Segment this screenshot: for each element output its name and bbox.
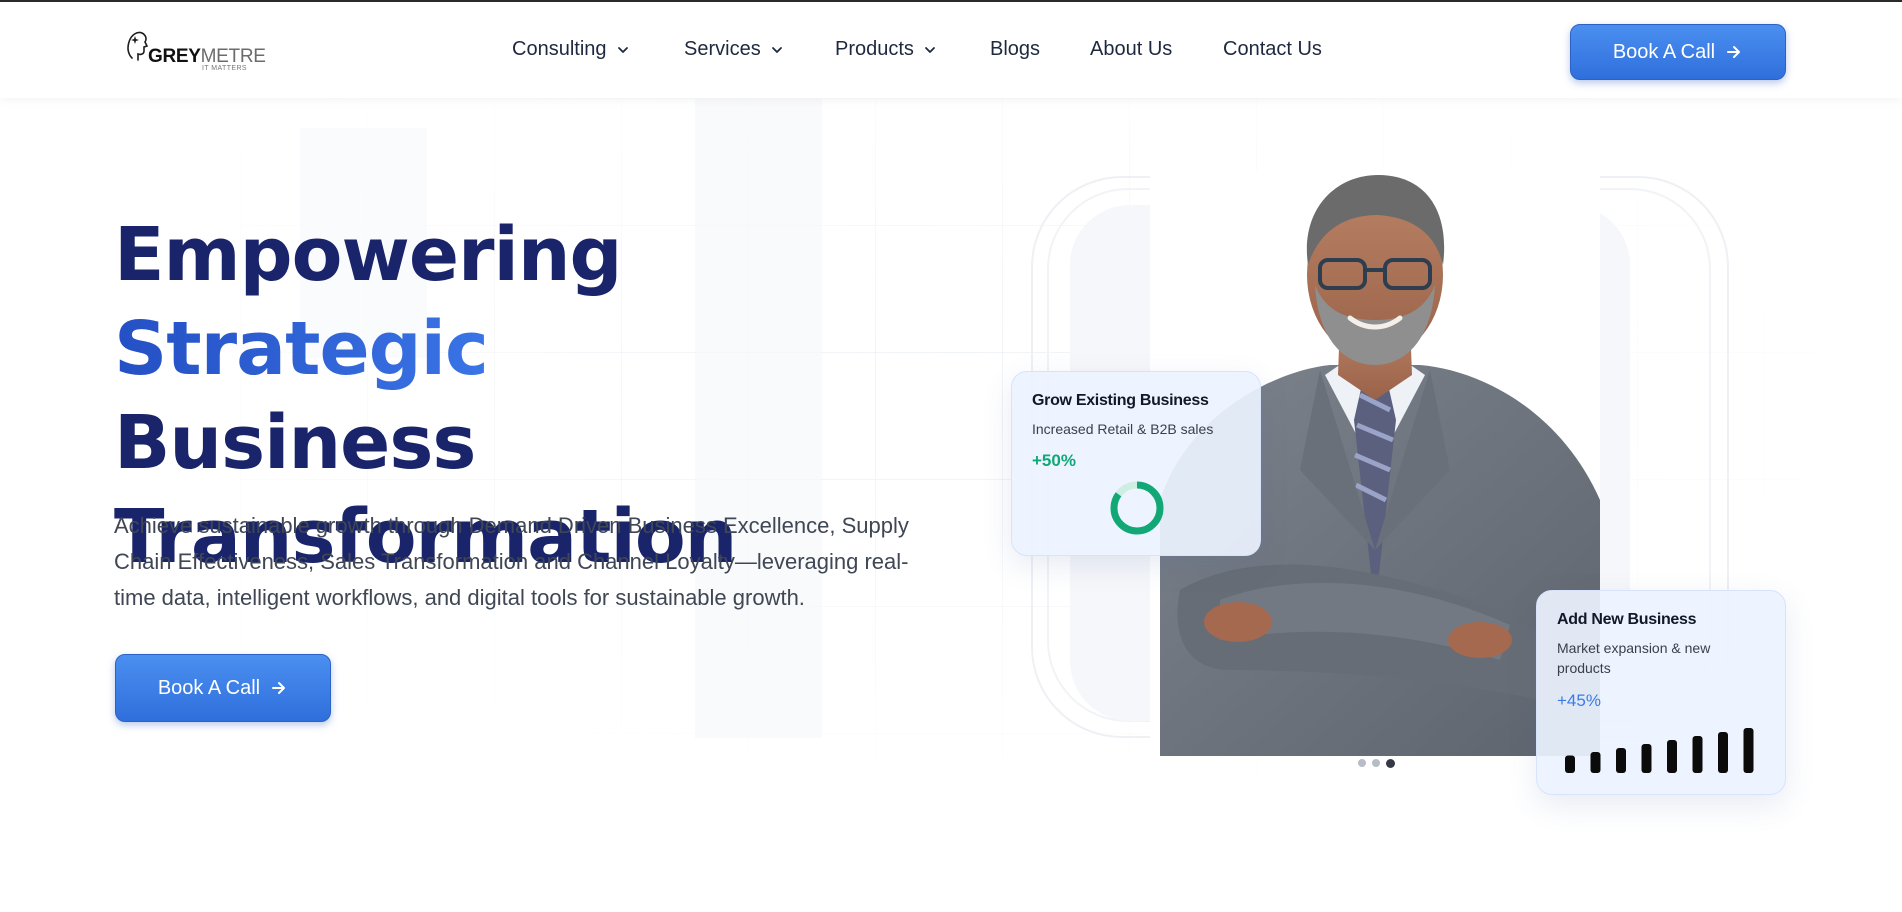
bar-chart-bar bbox=[1590, 752, 1601, 773]
card-stat: +50% bbox=[1032, 451, 1076, 470]
card-stat: +45% bbox=[1557, 691, 1601, 710]
card-description: Market expansion & new products bbox=[1557, 640, 1711, 676]
carousel-dot[interactable] bbox=[1386, 758, 1395, 768]
chevron-down-icon bbox=[617, 46, 628, 53]
hero-title-line2: Business bbox=[114, 400, 476, 486]
bar-chart-bar bbox=[1565, 755, 1575, 773]
card-title: Grow Existing Business bbox=[1032, 392, 1209, 409]
nav-item-contact-us[interactable]: Contact Us bbox=[1223, 38, 1322, 61]
carousel-dot[interactable] bbox=[1372, 759, 1380, 767]
bar-chart-bar bbox=[1641, 744, 1652, 773]
bar-chart-bar bbox=[1718, 732, 1728, 773]
arrow-right-icon bbox=[1727, 46, 1741, 58]
chevron-down-icon bbox=[771, 46, 782, 53]
arrow-right-icon bbox=[272, 682, 286, 694]
hero-subtitle: Achieve sustainable growth through Deman… bbox=[114, 513, 909, 610]
nav-item-products[interactable]: Products bbox=[835, 38, 936, 61]
bar-chart-bar bbox=[1616, 748, 1626, 773]
nav-item-label: About Us bbox=[1090, 38, 1173, 60]
nav-item-label: Products bbox=[835, 38, 914, 60]
button-label: Book A Call bbox=[1612, 40, 1716, 63]
donut-chart-icon bbox=[1110, 481, 1164, 535]
button-label: Book A Call bbox=[157, 676, 261, 699]
grow-business-card: Grow Existing Business Increased Retail … bbox=[1011, 371, 1261, 556]
add-business-card: Add New Business Market expansion & new … bbox=[1536, 590, 1786, 795]
nav-item-blogs[interactable]: Blogs bbox=[990, 38, 1040, 61]
nav-item-about-us[interactable]: About Us bbox=[1090, 38, 1172, 61]
bar-chart-bar bbox=[1692, 736, 1703, 773]
chevron-down-icon bbox=[925, 46, 935, 53]
site-header: GREYMETRE IT MATTERS Consulting Services… bbox=[0, 2, 1902, 98]
logo-tagline: IT MATTERS bbox=[202, 65, 247, 72]
head-profile-icon bbox=[127, 31, 148, 61]
bar-chart-bar bbox=[1743, 728, 1754, 773]
nav-item-label: Blogs bbox=[990, 38, 1041, 60]
brand-logo[interactable]: GREYMETRE IT MATTERS bbox=[126, 26, 266, 76]
logo-word-bold: GREY bbox=[148, 46, 201, 67]
hero-title-part1: Empowering bbox=[114, 212, 623, 298]
card-title: Add New Business bbox=[1557, 611, 1697, 628]
nav-item-consulting[interactable]: Consulting bbox=[512, 38, 629, 61]
logo-word-light: METRE bbox=[200, 46, 266, 67]
nav-item-label: Services bbox=[684, 38, 761, 60]
nav-item-services[interactable]: Services bbox=[684, 38, 783, 61]
carousel-dot[interactable] bbox=[1358, 759, 1366, 767]
bar-chart-bar bbox=[1667, 740, 1677, 773]
carousel-indicator bbox=[1358, 758, 1395, 768]
nav-item-label: Contact Us bbox=[1223, 38, 1322, 60]
bar-chart-icon bbox=[1565, 728, 1754, 773]
header-book-call-button[interactable]: Book A Call bbox=[1570, 24, 1786, 80]
hero-title-accent: Strategic bbox=[114, 306, 489, 392]
hero-book-call-button[interactable]: Book A Call bbox=[115, 654, 331, 722]
nav-item-label: Consulting bbox=[512, 38, 607, 60]
card-description: Increased Retail & B2B sales bbox=[1032, 421, 1214, 437]
